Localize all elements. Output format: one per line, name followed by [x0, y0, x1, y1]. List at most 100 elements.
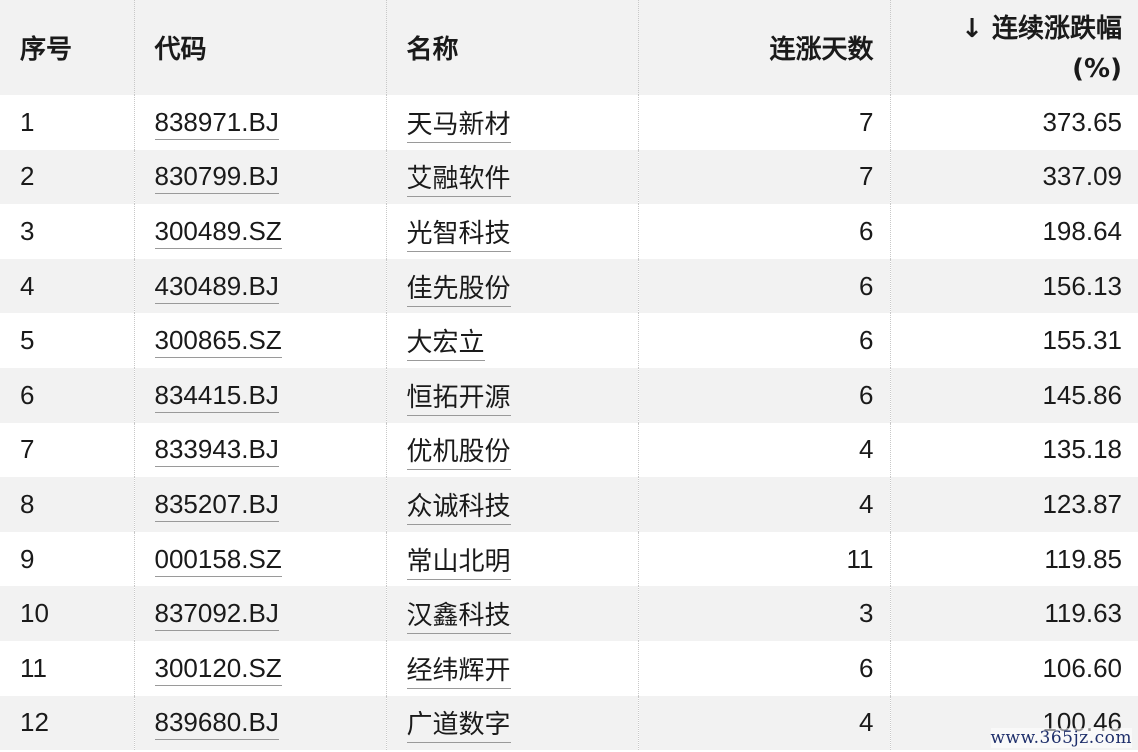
table-row[interactable]: 11 300120.SZ 经纬辉开 6 106.60 [0, 640, 1138, 696]
row-streak: 6 [638, 640, 891, 696]
row-code: 834415.BJ [134, 367, 387, 423]
stock-table: 序号 代码 名称 连涨天数 ↓ 连续涨跌幅 (%) 1 838971.BJ 天马新材… [0, 0, 1138, 751]
stock-code-link[interactable]: 835207.BJ [154, 488, 279, 522]
table-row[interactable]: 3 300489.SZ 光智科技 6 198.64 [0, 204, 1138, 259]
stock-name-link[interactable]: 恒拓开源 [406, 382, 511, 416]
stock-name-link[interactable]: 天马新材 [406, 109, 511, 143]
stock-code-link[interactable]: 837092.BJ [154, 598, 279, 632]
stock-name-link[interactable]: 经纬辉开 [406, 655, 511, 689]
row-name: 汉鑫科技 [386, 586, 639, 641]
table-row[interactable]: 9 000158.SZ 常山北明 11 119.85 [0, 531, 1138, 587]
header-index[interactable]: 序号 [0, 0, 135, 95]
stock-code-link[interactable]: 300120.SZ [154, 652, 282, 686]
row-streak: 7 [638, 149, 891, 205]
stock-code-link[interactable]: 300489.SZ [154, 215, 282, 249]
stock-code-link[interactable]: 838971.BJ [154, 106, 279, 140]
row-streak: 6 [638, 367, 891, 423]
table-row[interactable]: 6 834415.BJ 恒拓开源 6 145.86 [0, 367, 1138, 423]
row-name: 佳先股份 [386, 258, 639, 314]
header-name[interactable]: 名称 [386, 0, 639, 95]
row-change: 155.31 [1042, 325, 1122, 356]
row-code: 300865.SZ [134, 313, 387, 368]
stock-code-link[interactable]: 834415.BJ [154, 379, 279, 413]
row-streak: 11 [638, 531, 891, 587]
header-streak[interactable]: 连涨天数 [638, 0, 891, 95]
stock-code-link[interactable]: 830799.BJ [154, 161, 279, 195]
row-change: 119.63 [1044, 598, 1122, 629]
row-change: 135.18 [1042, 434, 1122, 465]
stock-name-link[interactable]: 艾融软件 [406, 164, 511, 198]
stock-name-link[interactable]: 佳先股份 [406, 273, 511, 307]
row-index: 10 [0, 586, 135, 641]
row-code: 000158.SZ [134, 531, 387, 587]
row-change: 373.65 [1042, 106, 1122, 137]
row-code: 839680.BJ [134, 695, 387, 751]
row-index: 1 [0, 95, 135, 150]
table-row[interactable]: 8 835207.BJ 众诚科技 4 123.87 [0, 477, 1138, 532]
row-change: 337.09 [1042, 161, 1122, 192]
row-name: 经纬辉开 [386, 640, 639, 696]
row-index: 2 [0, 149, 135, 205]
row-name: 光智科技 [386, 204, 639, 259]
stock-name-link[interactable]: 众诚科技 [406, 491, 511, 525]
row-code: 837092.BJ [134, 586, 387, 641]
stock-name-link[interactable]: 光智科技 [406, 218, 511, 252]
table-row[interactable]: 12 839680.BJ 广道数字 4 100.46 [0, 695, 1138, 751]
row-streak: 6 [638, 204, 891, 259]
row-index: 4 [0, 258, 135, 314]
stock-code-link[interactable]: 833943.BJ [154, 434, 279, 468]
row-code: 833943.BJ [134, 422, 387, 478]
row-change: 119.85 [1044, 543, 1122, 574]
stock-name-link[interactable]: 优机股份 [406, 437, 511, 471]
row-streak: 4 [638, 422, 891, 478]
row-name: 优机股份 [386, 422, 639, 478]
row-index: 7 [0, 422, 135, 478]
header-change-sorted[interactable]: ↓ 连续涨跌幅 (%) [890, 0, 1138, 95]
row-index: 11 [0, 640, 135, 696]
row-streak: 4 [638, 695, 891, 751]
row-code: 300120.SZ [134, 640, 387, 696]
row-change: 145.86 [1042, 379, 1122, 410]
row-name: 天马新材 [386, 95, 639, 150]
row-code: 835207.BJ [134, 477, 387, 532]
stock-code-link[interactable]: 000158.SZ [154, 543, 282, 577]
row-code: 830799.BJ [134, 149, 387, 205]
table-row[interactable]: 10 837092.BJ 汉鑫科技 3 119.63 [0, 586, 1138, 641]
stock-code-link[interactable]: 430489.BJ [154, 270, 279, 304]
stock-name-link[interactable]: 广道数字 [406, 710, 511, 744]
row-streak: 3 [638, 586, 891, 641]
row-streak: 4 [638, 477, 891, 532]
row-name: 大宏立 [386, 313, 639, 368]
watermark: www.365jz.com [990, 728, 1132, 748]
table-row[interactable]: 5 300865.SZ 大宏立 6 155.31 [0, 313, 1138, 368]
row-streak: 6 [638, 313, 891, 368]
row-name: 众诚科技 [386, 477, 639, 532]
row-code: 430489.BJ [134, 258, 387, 314]
row-name: 常山北明 [386, 531, 639, 587]
row-index: 8 [0, 477, 135, 532]
row-code: 300489.SZ [134, 204, 387, 259]
table-row[interactable]: 2 830799.BJ 艾融软件 7 337.09 [0, 149, 1138, 205]
stock-name-link[interactable]: 常山北明 [406, 546, 511, 580]
stock-code-link[interactable]: 300865.SZ [154, 325, 282, 359]
table-row[interactable]: 7 833943.BJ 优机股份 4 135.18 [0, 422, 1138, 478]
row-index: 12 [0, 695, 135, 751]
row-change: 106.60 [1042, 652, 1122, 683]
table-body: 1 838971.BJ 天马新材 7 373.65 2 830799.BJ 艾融软件 7 337.… [0, 95, 1138, 751]
row-streak: 6 [638, 258, 891, 314]
table-header-row: 序号 代码 名称 连涨天数 ↓ 连续涨跌幅 (%) [0, 0, 1138, 95]
header-change-label: ↓ 连续涨跌幅 [961, 13, 1122, 44]
row-index: 3 [0, 204, 135, 259]
table-row[interactable]: 1 838971.BJ 天马新材 7 373.65 [0, 95, 1138, 150]
stock-name-link[interactable]: 汉鑫科技 [406, 601, 511, 635]
row-index: 6 [0, 367, 135, 423]
stock-name-link[interactable]: 大宏立 [406, 328, 485, 362]
row-code: 838971.BJ [134, 95, 387, 150]
row-change: 156.13 [1042, 270, 1122, 301]
row-name: 艾融软件 [386, 149, 639, 205]
header-code[interactable]: 代码 [134, 0, 387, 95]
row-change: 198.64 [1042, 215, 1122, 246]
row-index: 9 [0, 531, 135, 587]
stock-code-link[interactable]: 839680.BJ [154, 707, 279, 741]
table-row[interactable]: 4 430489.BJ 佳先股份 6 156.13 [0, 258, 1138, 314]
